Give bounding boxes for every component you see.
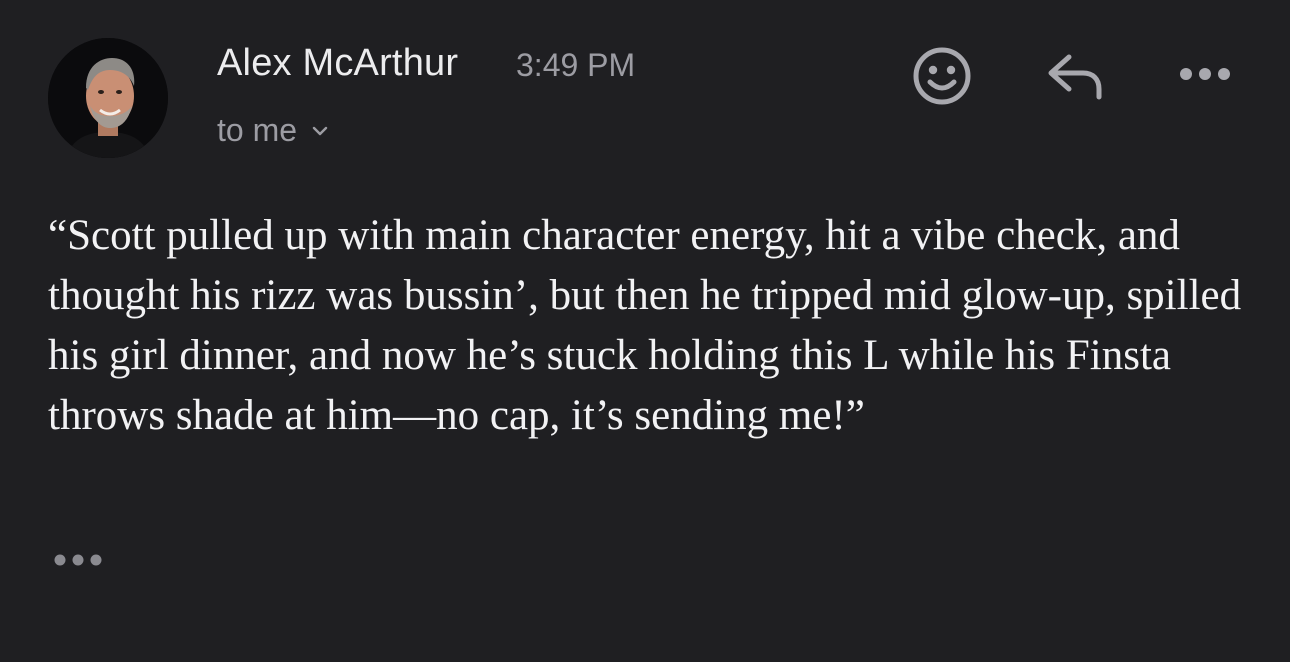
ellipsis-icon bbox=[54, 554, 102, 566]
email-body: “Scott pulled up with main character ene… bbox=[48, 212, 1242, 439]
more-horizontal-icon bbox=[1180, 68, 1230, 80]
more-options-button[interactable] bbox=[1172, 52, 1238, 96]
smiley-face-icon bbox=[913, 47, 971, 105]
reply-arrow-icon bbox=[1048, 54, 1102, 100]
sender-name[interactable]: Alex McArthur bbox=[217, 42, 458, 85]
avatar[interactable] bbox=[48, 38, 168, 158]
show-trimmed-content-button[interactable] bbox=[50, 546, 106, 574]
recipient-label: to me bbox=[217, 112, 298, 148]
email-header: Alex McArthur 3:49 PM to me bbox=[0, 0, 1290, 180]
email-timestamp: 3:49 PM bbox=[516, 47, 636, 83]
recipient-details-toggle[interactable]: to me bbox=[217, 112, 331, 149]
avatar-photo bbox=[48, 38, 168, 158]
add-reaction-button[interactable] bbox=[906, 40, 978, 112]
reply-button[interactable] bbox=[1038, 44, 1110, 108]
chevron-down-icon bbox=[309, 120, 331, 142]
